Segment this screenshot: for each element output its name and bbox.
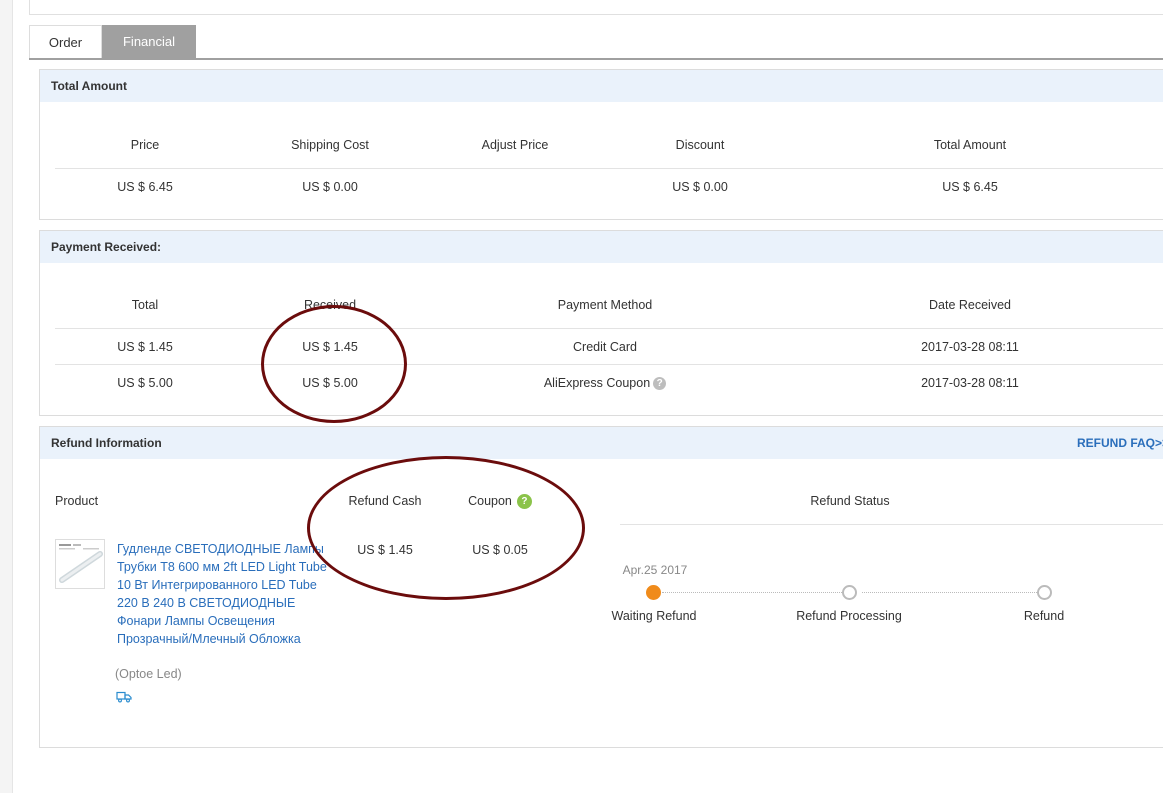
header-total: Total [131, 298, 159, 312]
header-coupon: Coupon [468, 494, 512, 508]
truck-icon[interactable] [116, 691, 132, 706]
payment-method-cell: AliExpress Coupon? [510, 376, 700, 391]
price-value: US $ 6.45 [117, 180, 173, 194]
header-coupon-cell: Coupon? [455, 494, 545, 510]
step-refund-dot [1037, 585, 1052, 600]
header-shipping-cost: Shipping Cost [291, 138, 369, 152]
step-refund-label: Refund [1023, 609, 1065, 623]
payment-date: 2017-03-28 08:11 [921, 376, 1019, 390]
payment-total: US $ 1.45 [117, 340, 173, 354]
question-icon[interactable]: ? [516, 494, 532, 510]
tab-bar: Order Financial [29, 25, 1163, 60]
payment-method: AliExpress Coupon [543, 376, 651, 390]
divider [55, 364, 1163, 365]
page-content: Order Financial Total Amount Price Shipp… [12, 0, 1163, 793]
section-title: Payment Received: [40, 231, 1163, 263]
header-adjust-price: Adjust Price [481, 138, 549, 152]
step-refund-processing-dot [842, 585, 857, 600]
total-amount-value: US $ 6.45 [942, 180, 998, 194]
payment-date: 2017-03-28 08:11 [921, 340, 1019, 354]
question-icon[interactable]: ? [653, 377, 667, 391]
product-link[interactable]: Гудленде СВЕТОДИОДНЫЕ Лампы Трубки T8 60… [117, 540, 332, 648]
header-date-received: Date Received [929, 298, 1011, 312]
led-tube-thumbnail [59, 544, 103, 583]
header-payment-method: Payment Method [557, 298, 653, 312]
tab-financial[interactable]: Financial [102, 25, 196, 58]
step-refund-processing-label: Refund Processing [796, 609, 902, 623]
refund-coupon-value: US $ 0.05 [472, 543, 528, 557]
payment-received-section: Payment Received: Total Received Payment… [39, 230, 1163, 416]
divider [55, 168, 1163, 169]
divider [620, 524, 1163, 525]
payment-received: US $ 5.00 [302, 376, 358, 390]
payment-received: US $ 1.45 [302, 340, 358, 354]
refund-faq-link[interactable]: REFUND FAQ>> [1077, 427, 1163, 459]
section-title: Refund Information [51, 436, 162, 450]
divider [55, 328, 1163, 329]
refund-section: Refund Information REFUND FAQ>> Product … [39, 426, 1163, 748]
section-title: Total Amount [40, 70, 1163, 102]
step-waiting-refund-label: Waiting Refund [611, 609, 697, 623]
header-refund-cash: Refund Cash [348, 494, 422, 508]
header-price: Price [130, 138, 160, 152]
discount-value: US $ 0.00 [672, 180, 728, 194]
header-refund-status: Refund Status [810, 494, 890, 508]
header-discount: Discount [675, 138, 725, 152]
seller-name[interactable]: (Optoe Led) [115, 667, 182, 681]
payment-method: Credit Card [573, 340, 637, 354]
header-total-amount: Total Amount [933, 138, 1007, 152]
top-panel [29, 0, 1163, 15]
shipping-cost-value: US $ 0.00 [302, 180, 358, 194]
progress-line [862, 592, 1047, 593]
refund-cash-value: US $ 1.45 [357, 543, 413, 557]
product-image[interactable] [55, 539, 105, 589]
header-received: Received [303, 298, 357, 312]
step-waiting-refund-dot [646, 585, 661, 600]
total-amount-section: Total Amount Price Shipping Cost Adjust … [39, 69, 1163, 220]
progress-line [662, 592, 852, 593]
refund-request-date: Apr.25 2017 [622, 563, 688, 577]
tab-order[interactable]: Order [29, 25, 102, 58]
section-title-bar: Refund Information REFUND FAQ>> [40, 427, 1163, 459]
header-product: Product [55, 494, 99, 508]
payment-total: US $ 5.00 [117, 376, 173, 390]
